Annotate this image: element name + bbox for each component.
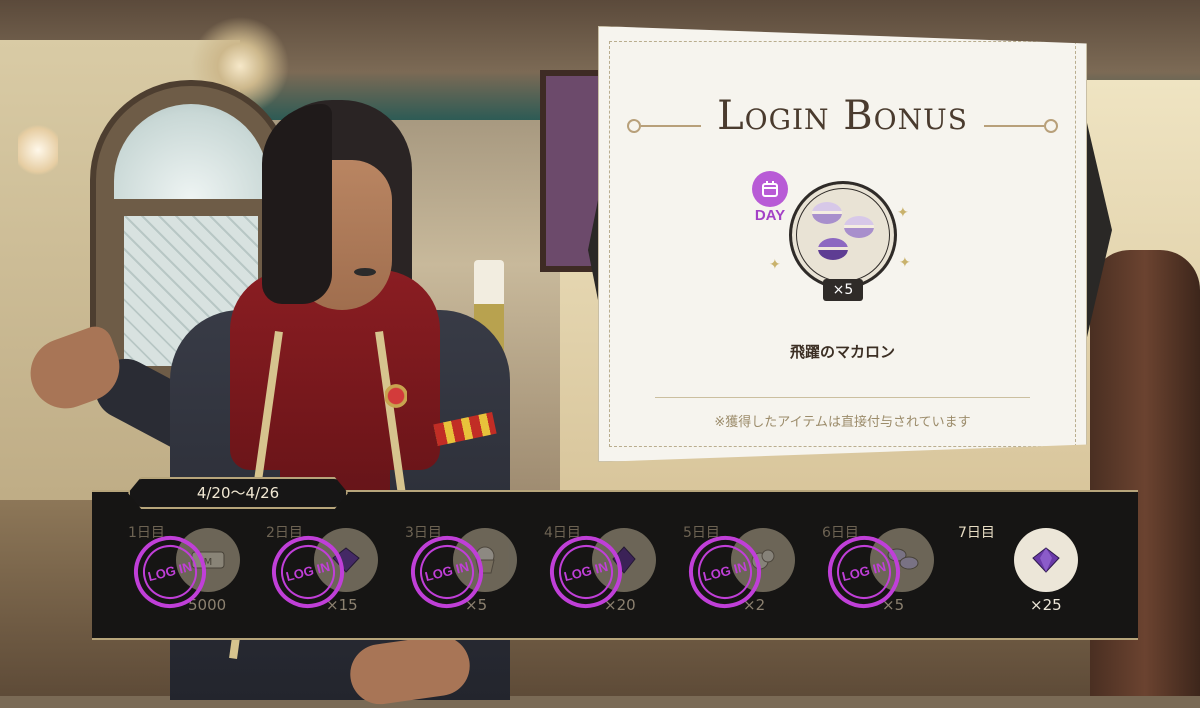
macaron-icon: [789, 181, 897, 289]
stamp-text: LOG IN: [840, 558, 888, 585]
login-bonus-card[interactable]: Login Bonus DAY ✦ ✦ ✦ ×5 飛躍のマカロン ※獲得したアイ…: [598, 26, 1087, 462]
card-title: Login Bonus: [717, 93, 968, 139]
stamp-text: LOG IN: [146, 558, 194, 585]
date-range-tab: 4/20〜4/26: [128, 477, 348, 509]
delivery-note: ※獲得したアイテムは直接付与されています: [714, 415, 971, 430]
day-slot-3: 3日目 ×5 LOG IN: [403, 518, 535, 628]
macaron: [844, 216, 874, 238]
day-slot-5: 5日目 ×2 LOG IN: [681, 518, 813, 628]
stamp-text: LOG IN: [701, 558, 749, 585]
item-name: 飛躍のマカロン: [789, 343, 895, 361]
divider: [655, 397, 1030, 398]
reward-quantity: ×25: [1030, 596, 1062, 614]
brooch: [385, 380, 407, 412]
macaron: [812, 202, 842, 224]
stamp-text: LOG IN: [284, 558, 332, 585]
day-slot-1: 1日目 M 5000 LOG IN: [126, 518, 258, 628]
macaron: [818, 238, 848, 260]
item-quantity: ×5: [823, 279, 863, 301]
stamp-text: LOG IN: [562, 558, 610, 585]
calendar-icon: [752, 171, 788, 207]
gem-icon: [1014, 528, 1078, 592]
weekly-bonus-strip: 1日目 M 5000 LOG IN 2日目 ×15 LOG IN 3日目 ×5 …: [92, 490, 1138, 640]
day-slot-6: 6日目 ×5 LOG IN: [820, 518, 952, 628]
sparkle-icon: ✦: [769, 257, 781, 273]
day-slot-2: 2日目 ×15 LOG IN: [264, 518, 396, 628]
stamp-text: LOG IN: [423, 558, 471, 585]
day-slot-7[interactable]: 7日目 ×25: [958, 518, 1088, 628]
day-label: 7日目: [958, 525, 995, 541]
character-eye: [354, 268, 376, 276]
day-slot-4: 4日目 ×20 LOG IN: [542, 518, 674, 628]
character-bangs: [262, 104, 332, 304]
